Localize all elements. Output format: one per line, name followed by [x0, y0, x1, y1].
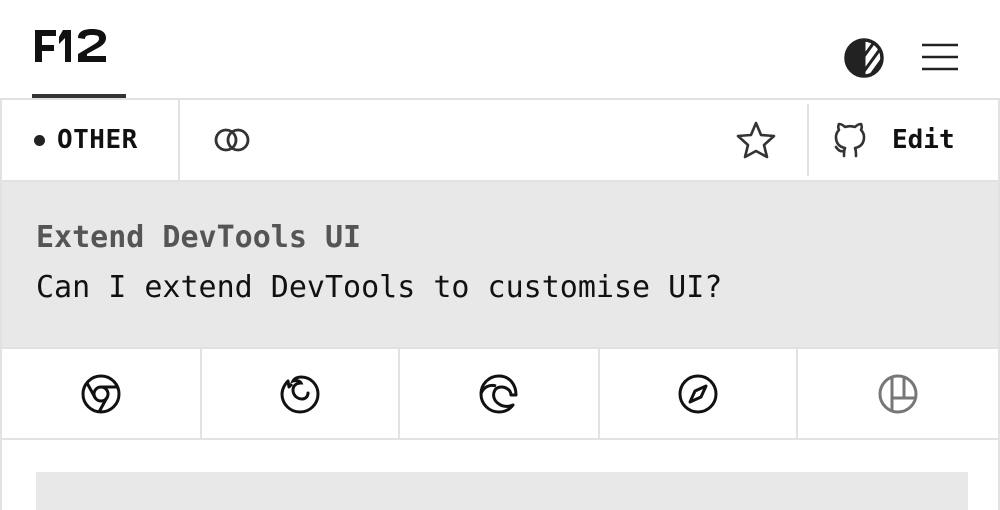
polypane-icon — [878, 374, 918, 413]
category-label: OTHER — [57, 125, 138, 155]
hamburger-menu-icon — [922, 43, 958, 71]
edit-label: Edit — [892, 125, 955, 155]
browser-firefox[interactable] — [202, 349, 400, 438]
question-panel: Extend DevTools UI Can I extend DevTools… — [0, 182, 1000, 348]
link-icon — [214, 128, 250, 152]
category-tag[interactable]: OTHER — [2, 100, 180, 180]
chrome-icon — [81, 374, 121, 413]
edge-icon — [479, 374, 518, 413]
site-header — [0, 0, 1000, 100]
copy-link-button[interactable] — [208, 118, 256, 162]
firefox-icon — [280, 374, 320, 414]
question-title: Extend DevTools UI — [36, 220, 362, 255]
site-logo[interactable] — [32, 24, 126, 98]
theme-toggle-button[interactable] — [842, 36, 886, 80]
favorite-button[interactable] — [732, 118, 780, 162]
github-icon — [834, 122, 866, 158]
browser-support-row — [0, 347, 1000, 440]
browser-edge[interactable] — [400, 349, 600, 438]
question-text: Can I extend DevTools to customise UI? — [36, 270, 723, 305]
contrast-icon — [844, 38, 884, 78]
browser-safari[interactable] — [600, 349, 798, 438]
content-placeholder-block — [36, 472, 968, 510]
browser-polypane[interactable] — [798, 349, 998, 438]
star-icon — [736, 121, 776, 159]
edit-on-github-button[interactable]: Edit — [832, 116, 982, 164]
menu-button[interactable] — [918, 38, 962, 76]
answer-content — [0, 440, 1000, 510]
category-dot — [34, 134, 45, 146]
toolbar-divider — [807, 104, 809, 176]
question-toolbar: OTHER Edit — [0, 100, 1000, 182]
safari-icon — [678, 374, 718, 413]
logo-glyphs — [35, 29, 106, 62]
browser-chrome[interactable] — [2, 349, 202, 438]
